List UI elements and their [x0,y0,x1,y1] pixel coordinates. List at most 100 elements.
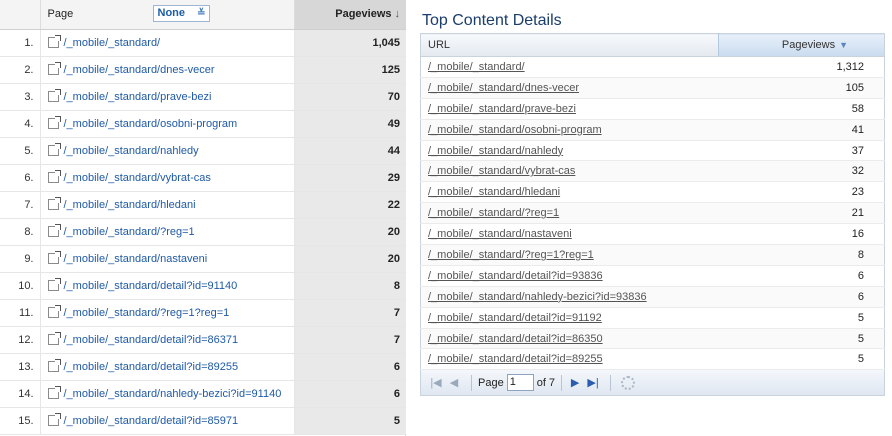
previous-page-icon[interactable]: ◀ [447,376,461,389]
external-link-icon[interactable] [47,385,61,399]
table-row: /_mobile/_standard/1,312 [420,56,885,78]
pageviews-value: 20 [294,218,406,246]
url-link[interactable]: /_mobile/_standard/detail?id=93836 [428,270,603,282]
first-page-icon[interactable]: |◀ [429,376,443,389]
table-row: 7. /_mobile/_standard/hledani 22 [0,191,406,219]
row-rank: 11. [0,299,41,327]
url-cell: /_mobile/_standard/nahledy-bezici?id=938… [420,286,719,308]
url-link[interactable]: /_mobile/_standard/ [428,61,525,73]
page-label: Page [478,376,504,389]
page-cell: /_mobile/_standard/nastaveni [40,245,295,273]
url-link[interactable]: /_mobile/_standard/nahledy [428,145,563,157]
secondary-dimension-dropdown[interactable]: None ≚ [152,5,210,22]
page-link[interactable]: /_mobile/_standard/nahledy-bezici?id=911… [64,388,282,400]
page-link[interactable]: /_mobile/_standard/detail?id=85971 [64,415,239,427]
table-row: /_mobile/_standard/detail?id=91192 5 [420,307,885,329]
page-link[interactable]: /_mobile/_standard/detail?id=91140 [64,280,238,292]
page-cell: /_mobile/_standard/?reg=1?reg=1 [40,299,295,327]
pageviews-column-label: Pageviews [781,39,836,51]
external-link-icon[interactable] [47,196,61,210]
external-link-icon[interactable] [47,223,61,237]
pageviews-value: 6 [718,286,885,308]
pageviews-column-header[interactable]: Pageviews ▼ [718,33,885,57]
page-link[interactable]: /_mobile/_standard/prave-bezi [64,91,212,103]
page-link[interactable]: /_mobile/_standard/detail?id=89255 [64,361,239,373]
table-row: /_mobile/_standard/nahledy 37 [420,140,885,162]
external-link-icon[interactable] [47,142,61,156]
url-cell: /_mobile/_standard/vybrat-cas [420,160,719,183]
next-page-icon[interactable]: ▶ [568,376,582,389]
page-link[interactable]: /_mobile/_standard/dnes-vecer [64,64,215,76]
external-link-icon[interactable] [47,61,61,75]
pageviews-value: 6 [718,265,885,287]
page-column-header[interactable]: Page None ≚ [40,0,295,30]
page-link[interactable]: /_mobile/_standard/detail?id=86371 [64,334,239,346]
url-link[interactable]: /_mobile/_standard/?reg=1 [428,207,559,219]
external-link-icon[interactable] [47,412,61,426]
row-rank: 1. [0,29,41,57]
url-cell: /_mobile/_standard/?reg=1 [420,202,719,225]
row-rank: 13. [0,353,41,381]
url-link[interactable]: /_mobile/_standard/detail?id=86350 [428,333,603,345]
page-link[interactable]: /_mobile/_standard/vybrat-cas [64,172,211,184]
url-column-header[interactable]: URL [420,33,719,57]
page-link[interactable]: /_mobile/_standard/?reg=1 [64,226,195,238]
url-link[interactable]: /_mobile/_standard/nastaveni [428,228,572,240]
page-link[interactable]: /_mobile/_standard/?reg=1?reg=1 [64,307,230,319]
external-link-icon[interactable] [47,88,61,102]
page-link[interactable]: /_mobile/_standard/ [64,37,161,49]
pageviews-value: 5 [718,307,885,329]
table-row: 2. /_mobile/_standard/dnes-vecer 125 [0,56,406,84]
url-cell: /_mobile/_standard/nastaveni [420,223,719,246]
url-link[interactable]: /_mobile/_standard/prave-bezi [428,103,576,115]
last-page-icon[interactable]: ▶| [586,376,600,389]
url-link[interactable]: /_mobile/_standard/nahledy-bezici?id=938… [428,291,647,303]
external-link-icon[interactable] [47,304,61,318]
url-link[interactable]: /_mobile/_standard/detail?id=89255 [428,353,603,365]
pageviews-value: 1,045 [294,29,406,57]
page-column-label: Page [47,8,74,21]
pageviews-value: 8 [718,244,885,266]
url-link[interactable]: /_mobile/_standard/hledani [428,186,560,198]
external-link-icon[interactable] [47,169,61,183]
external-link-icon[interactable] [47,277,61,291]
table-row: 12. /_mobile/_standard/detail?id=86371 7 [0,326,406,354]
sort-descending-icon: ▼ [839,40,848,50]
url-link[interactable]: /_mobile/_standard/osobni-program [428,124,602,136]
table-row: /_mobile/_standard/nastaveni 16 [420,223,885,246]
page-link[interactable]: /_mobile/_standard/nastaveni [64,253,208,265]
top-pages-table: Page None ≚ Pageviews ↓ 1. /_mobile/_stand… [0,0,406,435]
page-cell: /_mobile/_standard/nahledy [40,137,295,165]
page-number-input[interactable]: 1 [506,374,534,392]
external-link-icon[interactable] [47,331,61,345]
table-row: /_mobile/_standard/detail?id=86350 5 [420,328,885,350]
url-link[interactable]: /_mobile/_standard/dnes-vecer [428,82,579,94]
pageviews-column-header[interactable]: Pageviews ↓ [294,0,406,30]
chevron-down-icon: ≚ [197,8,206,19]
url-link[interactable]: /_mobile/_standard/vybrat-cas [428,165,575,177]
table-row: /_mobile/_standard/nahledy-bezici?id=938… [420,286,885,308]
row-rank: 2. [0,56,41,84]
row-rank: 12. [0,326,41,354]
row-rank: 15. [0,407,41,435]
external-link-icon[interactable] [47,115,61,129]
pagination-bar: |◀ ◀ Page 1 of 7 ▶ ▶| [420,370,885,397]
refresh-icon[interactable] [621,375,636,390]
row-rank: 3. [0,83,41,111]
url-link[interactable]: /_mobile/_standard/detail?id=91192 [428,312,602,324]
url-link[interactable]: /_mobile/_standard/?reg=1?reg=1 [428,249,594,261]
table-row: /_mobile/_standard/hledani 23 [420,181,885,204]
table-row: /_mobile/_standard/osobni-program 41 [420,119,885,141]
page-cell: /_mobile/_standard/osobni-program [40,110,295,138]
table-row: 14. /_mobile/_standard/nahledy-bezici?id=… [0,380,406,408]
pageviews-value: 16 [718,223,885,246]
page-link[interactable]: /_mobile/_standard/hledani [64,199,196,211]
external-link-icon[interactable] [47,34,61,48]
external-link-icon[interactable] [47,250,61,264]
pageviews-value: 7 [294,299,406,327]
table-header-row: URL Pageviews ▼ [420,33,885,57]
page-link[interactable]: /_mobile/_standard/nahledy [64,145,199,157]
page-link[interactable]: /_mobile/_standard/osobni-program [64,118,238,130]
pager-divider [610,374,612,391]
external-link-icon[interactable] [47,358,61,372]
